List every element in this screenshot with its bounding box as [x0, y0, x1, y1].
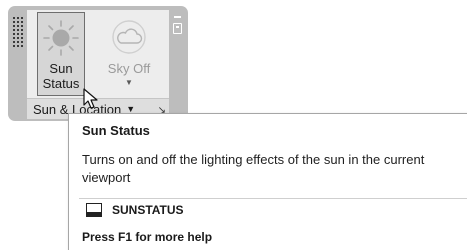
sky-off-label: Sky Off: [107, 61, 151, 76]
mouse-pointer-icon: [83, 88, 98, 109]
sky-off-dropdown-button[interactable]: Sky Off ▼: [105, 12, 153, 96]
panel-body: Sun Status Sky Off ▼: [27, 10, 169, 98]
panel-side-strip: [169, 10, 186, 119]
tooltip-divider: [79, 198, 467, 199]
tooltip-help-hint: Press F1 for more help: [82, 230, 213, 244]
sun-status-button[interactable]: Sun Status: [37, 12, 85, 96]
return-panel-to-ribbon-icon[interactable]: [173, 23, 182, 34]
command-line-icon: [86, 203, 102, 217]
chevron-down-icon: ▼: [125, 78, 133, 87]
tooltip-description: Turns on and off the lighting effects of…: [82, 152, 425, 185]
tooltip-command-name: SUNSTATUS: [112, 203, 184, 217]
sun-status-label: Sun Status: [42, 61, 80, 91]
sun-icon: [43, 20, 79, 56]
tooltip-title: Sun Status: [82, 123, 150, 138]
panel-grip-handle[interactable]: [10, 16, 24, 50]
sun-status-tooltip: Sun Status Turns on and off the lighting…: [68, 113, 467, 250]
minimize-panel-icon[interactable]: [174, 16, 181, 18]
cloud-icon: [112, 20, 146, 54]
